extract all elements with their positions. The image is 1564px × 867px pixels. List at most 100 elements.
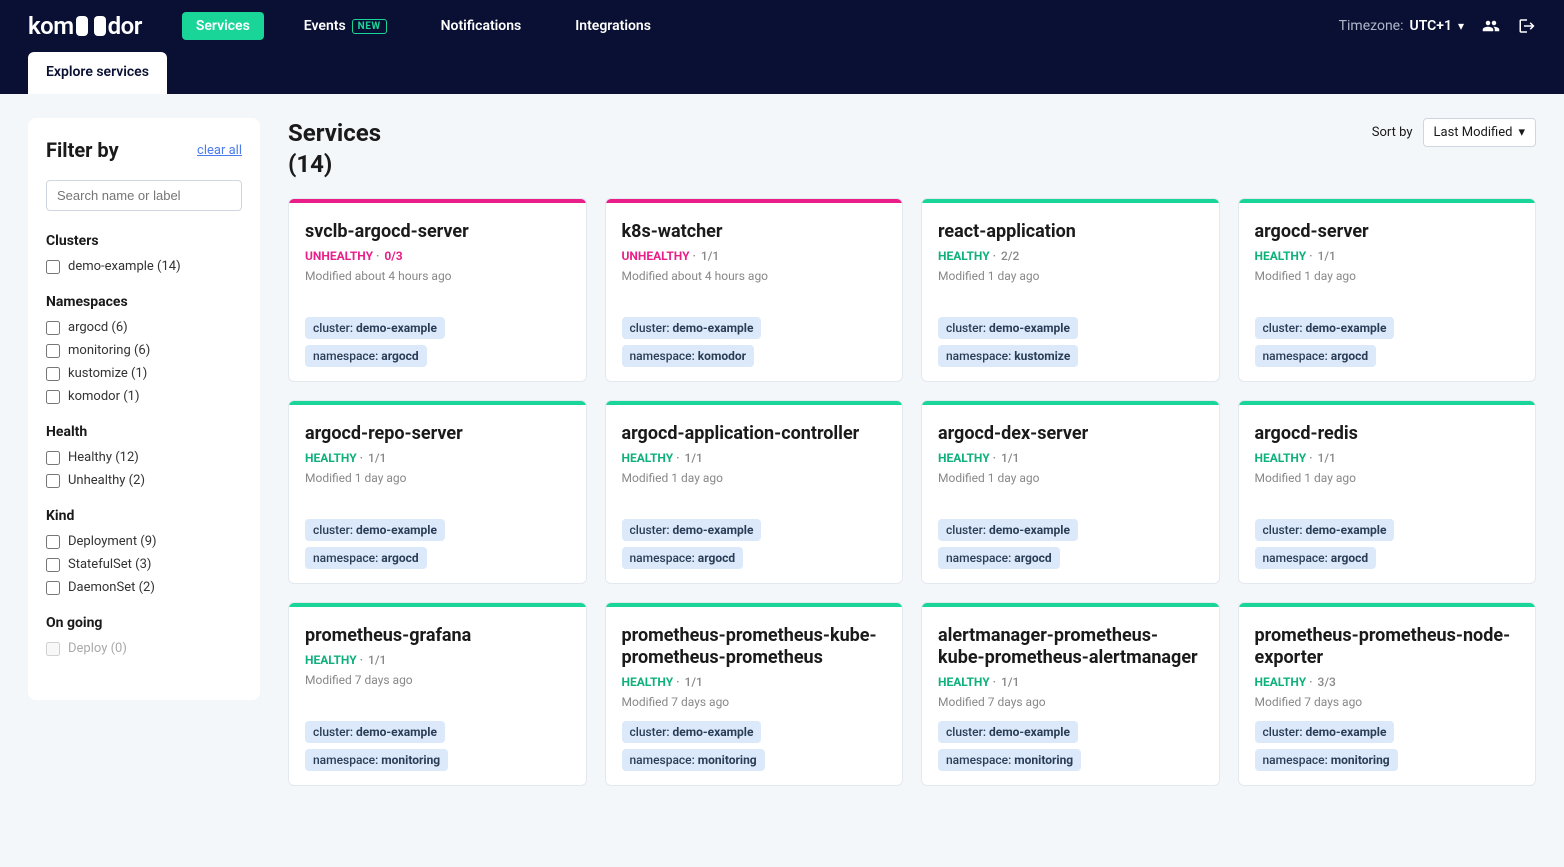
modified-time: Modified 7 days ago — [938, 695, 1203, 709]
checkbox[interactable] — [46, 451, 60, 465]
service-card[interactable]: argocd-redisHEALTHY · 1/1Modified 1 day … — [1238, 400, 1537, 584]
filter-option-label: demo-example (14) — [68, 259, 181, 274]
service-card[interactable]: alertmanager-prometheus-kube-prometheus-… — [921, 602, 1220, 786]
nav-services[interactable]: Services — [182, 12, 264, 40]
cluster-tag[interactable]: cluster: demo-example — [938, 721, 1078, 743]
modified-time: Modified 1 day ago — [622, 471, 887, 485]
filter-group: KindDeployment (9)StatefulSet (3)DaemonS… — [46, 508, 242, 595]
nav-events-label: Events — [304, 18, 346, 34]
filter-option[interactable]: argocd (6) — [46, 320, 242, 335]
cluster-tag[interactable]: cluster: demo-example — [938, 519, 1078, 541]
service-card[interactable]: argocd-dex-serverHEALTHY · 1/1Modified 1… — [921, 400, 1220, 584]
namespace-tag[interactable]: namespace: monitoring — [938, 749, 1081, 771]
sort-select[interactable]: Last Modified ▾ — [1423, 118, 1536, 147]
filter-option[interactable]: kustomize (1) — [46, 366, 242, 381]
checkbox[interactable] — [46, 535, 60, 549]
service-status: HEALTHY · 1/1 — [938, 675, 1203, 689]
clear-all-link[interactable]: clear all — [197, 143, 242, 158]
cluster-tag[interactable]: cluster: demo-example — [305, 519, 445, 541]
nav-events[interactable]: Events NEW — [290, 12, 401, 40]
filter-option[interactable]: Deployment (9) — [46, 534, 242, 549]
main: Filter by clear all Clustersdemo-example… — [0, 94, 1564, 810]
nav-integrations[interactable]: Integrations — [561, 12, 665, 40]
cluster-tag[interactable]: cluster: demo-example — [622, 519, 762, 541]
checkbox[interactable] — [46, 321, 60, 335]
checkbox[interactable] — [46, 367, 60, 381]
cluster-tag[interactable]: cluster: demo-example — [622, 721, 762, 743]
filter-option-label: Unhealthy (2) — [68, 473, 145, 488]
sort-value: Last Modified — [1434, 125, 1513, 140]
cluster-tag[interactable]: cluster: demo-example — [1255, 721, 1395, 743]
filter-group-title: Namespaces — [46, 294, 242, 310]
service-card[interactable]: argocd-repo-serverHEALTHY · 1/1Modified … — [288, 400, 587, 584]
service-card[interactable]: react-applicationHEALTHY · 2/2Modified 1… — [921, 198, 1220, 382]
brand-logo[interactable]: komdor — [28, 12, 142, 40]
tags: cluster: demo-example namespace: argocd — [1255, 305, 1520, 367]
filter-option[interactable]: demo-example (14) — [46, 259, 242, 274]
timezone-selector[interactable]: Timezone: UTC+1 ▾ — [1339, 18, 1464, 34]
filter-search-input[interactable] — [46, 180, 242, 211]
sort-label: Sort by — [1372, 125, 1413, 140]
tags: cluster: demo-example namespace: monitori… — [1255, 709, 1520, 771]
service-name: argocd-server — [1255, 221, 1520, 243]
service-card[interactable]: argocd-serverHEALTHY · 1/1Modified 1 day… — [1238, 198, 1537, 382]
filter-option[interactable]: komodor (1) — [46, 389, 242, 404]
tab-explore-services[interactable]: Explore services — [28, 52, 167, 94]
filter-option[interactable]: DaemonSet (2) — [46, 580, 242, 595]
tags: cluster: demo-example namespace: monitori… — [938, 709, 1203, 771]
service-card[interactable]: argocd-application-controllerHEALTHY · 1… — [605, 400, 904, 584]
users-icon[interactable] — [1482, 17, 1500, 35]
service-card[interactable]: svclb-argocd-serverUNHEALTHY · 0/3Modifi… — [288, 198, 587, 382]
namespace-tag[interactable]: namespace: komodor — [622, 345, 755, 367]
logout-icon[interactable] — [1518, 17, 1536, 35]
filter-option[interactable]: Healthy (12) — [46, 450, 242, 465]
service-card[interactable]: k8s-watcherUNHEALTHY · 1/1Modified about… — [605, 198, 904, 382]
filter-option-label: argocd (6) — [68, 320, 128, 335]
namespace-tag[interactable]: namespace: argocd — [305, 345, 427, 367]
modified-time: Modified 1 day ago — [938, 471, 1203, 485]
namespace-tag[interactable]: namespace: argocd — [305, 547, 427, 569]
nav-notifications[interactable]: Notifications — [427, 12, 536, 40]
checkbox[interactable] — [46, 581, 60, 595]
service-card[interactable]: prometheus-grafanaHEALTHY · 1/1Modified … — [288, 602, 587, 786]
service-name: prometheus-grafana — [305, 625, 570, 647]
service-name: prometheus-prometheus-kube-prometheus-pr… — [622, 625, 887, 668]
modified-time: Modified about 4 hours ago — [305, 269, 570, 283]
namespace-tag[interactable]: namespace: argocd — [622, 547, 744, 569]
service-card[interactable]: prometheus-prometheus-kube-prometheus-pr… — [605, 602, 904, 786]
new-badge: NEW — [352, 19, 387, 34]
checkbox[interactable] — [46, 474, 60, 488]
checkbox[interactable] — [46, 260, 60, 274]
content: Services (14) Sort by Last Modified ▾ sv… — [288, 118, 1536, 786]
checkbox — [46, 642, 60, 656]
cluster-tag[interactable]: cluster: demo-example — [938, 317, 1078, 339]
checkbox[interactable] — [46, 344, 60, 358]
cluster-tag[interactable]: cluster: demo-example — [305, 317, 445, 339]
namespace-tag[interactable]: namespace: argocd — [938, 547, 1060, 569]
namespace-tag[interactable]: namespace: monitoring — [305, 749, 448, 771]
checkbox[interactable] — [46, 390, 60, 404]
namespace-tag[interactable]: namespace: argocd — [1255, 345, 1377, 367]
service-name: k8s-watcher — [622, 221, 887, 243]
cluster-tag[interactable]: cluster: demo-example — [1255, 317, 1395, 339]
namespace-tag[interactable]: namespace: kustomize — [938, 345, 1078, 367]
service-name: argocd-redis — [1255, 423, 1520, 445]
namespace-tag[interactable]: namespace: monitoring — [622, 749, 765, 771]
service-status: UNHEALTHY · 0/3 — [305, 249, 570, 263]
modified-time: Modified 7 days ago — [622, 695, 887, 709]
filter-option[interactable]: Unhealthy (2) — [46, 473, 242, 488]
service-card[interactable]: prometheus-prometheus-node-exporterHEALT… — [1238, 602, 1537, 786]
tags: cluster: demo-example namespace: argocd — [938, 507, 1203, 569]
filter-option[interactable]: StatefulSet (3) — [46, 557, 242, 572]
service-status: HEALTHY · 1/1 — [1255, 451, 1520, 465]
service-cards-grid: svclb-argocd-serverUNHEALTHY · 0/3Modifi… — [288, 198, 1536, 786]
cluster-tag[interactable]: cluster: demo-example — [305, 721, 445, 743]
filter-option[interactable]: monitoring (6) — [46, 343, 242, 358]
cluster-tag[interactable]: cluster: demo-example — [1255, 519, 1395, 541]
cluster-tag[interactable]: cluster: demo-example — [622, 317, 762, 339]
service-status: HEALTHY · 1/1 — [305, 653, 570, 667]
tags: cluster: demo-example namespace: kustomiz… — [938, 305, 1203, 367]
namespace-tag[interactable]: namespace: monitoring — [1255, 749, 1398, 771]
checkbox[interactable] — [46, 558, 60, 572]
namespace-tag[interactable]: namespace: argocd — [1255, 547, 1377, 569]
